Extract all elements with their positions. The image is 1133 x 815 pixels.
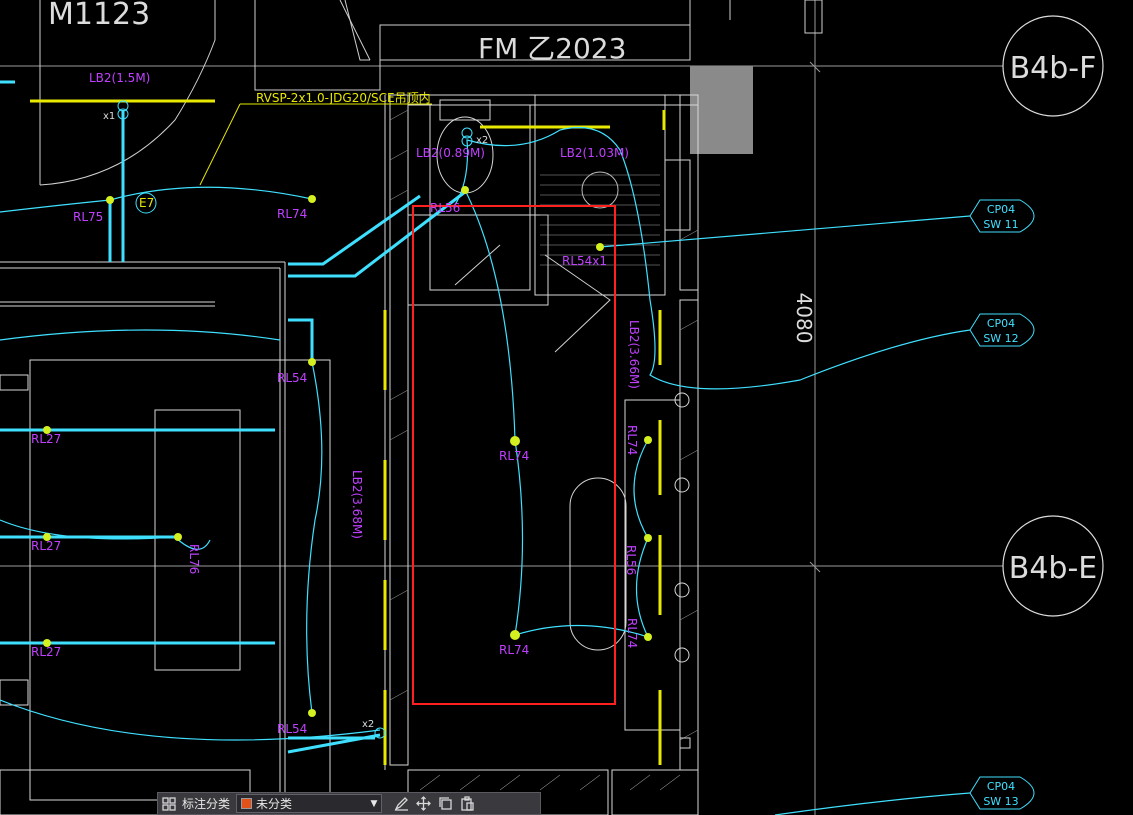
cable-note: RVSP-2x1.0-JDG20/SCE吊顶内: [256, 91, 431, 105]
fixture-point: [510, 630, 520, 640]
circuit-tag-sw12[interactable]: CP04 SW 12: [969, 313, 1035, 347]
label-rl75: RL75: [73, 210, 103, 224]
fixture-point: [596, 243, 604, 251]
label-rl27-1: RL27: [31, 432, 61, 446]
category-value: 未分类: [256, 797, 293, 811]
annotation-toolbar: 标注分类 未分类 ▼: [157, 792, 541, 815]
edit-icon[interactable]: [390, 793, 412, 814]
grid-lines: [0, 0, 1003, 815]
label-x2-top: x2: [476, 135, 488, 146]
label-lb2-0-89: LB2(0.89M): [416, 146, 485, 160]
label-lb2-3-66: LB2(3.66M): [627, 320, 641, 389]
label-rl74-center-1: RL74: [499, 449, 529, 463]
label-rl74-right-1: RL74: [625, 425, 639, 455]
circuit-tag-panel: CP04: [987, 780, 1015, 793]
grid-bubble-label: B4b-F: [1010, 51, 1097, 86]
cad-drawing-canvas[interactable]: M1123 FM 乙2023 B4b-F B4b-E 4080 CP04 SW …: [0, 0, 1133, 815]
grid-bubble-label: B4b-E: [1009, 551, 1098, 586]
fixture-point: [106, 196, 114, 204]
label-rl56-right: RL56: [624, 545, 638, 575]
label-rl54-bottom: RL54: [277, 722, 307, 736]
fixture-point: [174, 533, 182, 541]
category-select[interactable]: 未分类 ▼: [236, 794, 383, 813]
label-x2-bottom: x2: [362, 719, 374, 730]
fixture-point: [510, 436, 520, 446]
label-rl27-3: RL27: [31, 645, 61, 659]
label-rl76: RL76: [187, 544, 201, 574]
label-rl74-center-2: RL74: [499, 643, 529, 657]
label-e7: E7: [139, 196, 154, 210]
circuit-tag-sw13[interactable]: CP04 SW 13: [969, 776, 1035, 810]
chevron-down-icon: ▼: [370, 798, 378, 809]
vanity-fixtures: [664, 159, 691, 749]
conduit-runs: [0, 80, 466, 754]
label-rl74-right-2: RL74: [625, 618, 639, 648]
label-lb2-3-68: LB2(3.68M): [350, 470, 364, 539]
label-rl54-x1: RL54x1: [562, 254, 607, 268]
circuit-tag-switch: SW 12: [983, 332, 1018, 345]
copy-icon[interactable]: [434, 793, 456, 814]
category-color-swatch: [241, 798, 253, 809]
label-lb2-1-03: LB2(1.03M): [560, 146, 629, 160]
grid-bubble-e[interactable]: B4b-E: [1002, 515, 1104, 617]
fixture-point: [461, 186, 469, 194]
circuit-tag-panel: CP04: [987, 203, 1015, 216]
circuit-tag-switch: SW 11: [983, 218, 1018, 231]
label-rl56: RL56: [430, 201, 460, 215]
fixture-point: [308, 195, 316, 203]
grid-bubble-f[interactable]: B4b-F: [1002, 15, 1104, 117]
fixture-point: [644, 534, 652, 542]
label-lb2-1-5: LB2(1.5M): [89, 71, 150, 85]
label-rl54-top: RL54: [277, 371, 307, 385]
fixture-point: [644, 436, 652, 444]
paste-icon[interactable]: [456, 793, 478, 814]
grid-icon[interactable]: [158, 793, 180, 814]
wiring: [0, 126, 971, 815]
bathtub-fixture: [569, 477, 627, 651]
door-tag-center: FM 乙2023: [478, 32, 626, 65]
label-rl27-2: RL27: [31, 539, 61, 553]
circuit-tag-sw11[interactable]: CP04 SW 11: [969, 199, 1035, 233]
circuit-tag-switch: SW 13: [983, 795, 1018, 808]
shower-drain: [581, 171, 619, 209]
label-rl74-a: RL74: [277, 207, 307, 221]
fixture-point: [308, 358, 316, 366]
fixture-point: [644, 633, 652, 641]
fixture-strips: [30, 99, 666, 765]
fixture-point: [308, 709, 316, 717]
gray-column: [690, 66, 753, 154]
shower-grate: [540, 174, 660, 266]
walls: [0, 94, 699, 815]
door-tag-left: M1123: [48, 0, 150, 32]
cable-note-leader: [199, 103, 241, 186]
label-x1: x1: [103, 111, 115, 122]
category-label: 标注分类: [182, 797, 231, 811]
dimension-text: 4080: [792, 293, 816, 344]
move-icon[interactable]: [412, 793, 434, 814]
circuit-tag-panel: CP04: [987, 317, 1015, 330]
